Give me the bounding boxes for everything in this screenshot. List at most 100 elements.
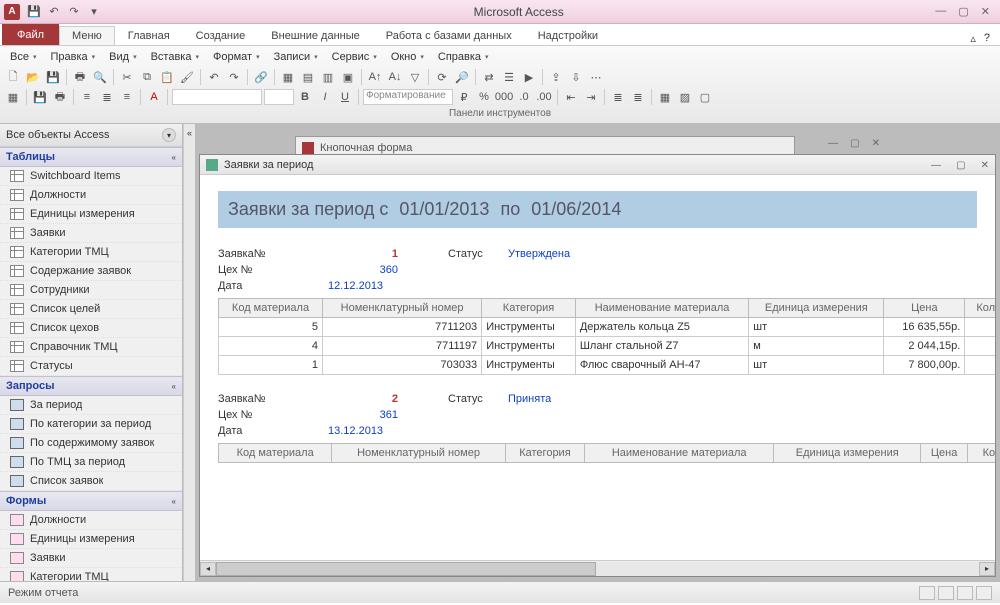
- menu-view[interactable]: Вид: [103, 50, 142, 64]
- nav-item[interactable]: Статусы: [0, 357, 182, 376]
- scroll-left-icon[interactable]: ◂: [200, 562, 216, 576]
- report-titlebar[interactable]: Заявки за период — ▢ ✕: [200, 155, 995, 175]
- nav-item[interactable]: За период: [0, 396, 182, 415]
- nav-group[interactable]: Формы«: [0, 491, 182, 511]
- formatting-field[interactable]: Форматирование: [363, 89, 453, 105]
- numbering-icon[interactable]: ≣: [629, 88, 647, 106]
- table-row[interactable]: 1703033ИнструментыФлюс сварочный АН-47шт…: [219, 356, 996, 375]
- nav-item[interactable]: Единицы измерения: [0, 530, 182, 549]
- tab-addons[interactable]: Надстройки: [525, 26, 611, 45]
- help-icon[interactable]: ?: [984, 32, 990, 45]
- nav-item[interactable]: По содержимому заявок: [0, 434, 182, 453]
- bullets-icon[interactable]: ≣: [609, 88, 627, 106]
- menu-window[interactable]: Окно: [385, 50, 430, 64]
- format-painter-icon[interactable]: 🖌: [178, 68, 196, 86]
- underline-icon[interactable]: U: [336, 88, 354, 106]
- undo-icon[interactable]: ↶: [205, 68, 223, 86]
- nav-item[interactable]: По ТМЦ за период: [0, 453, 182, 472]
- paste-icon[interactable]: 📋: [158, 68, 176, 86]
- menu-records[interactable]: Записи: [268, 50, 324, 64]
- tab-create[interactable]: Создание: [183, 26, 259, 45]
- nav-item[interactable]: Заявки: [0, 224, 182, 243]
- nav-item[interactable]: Заявки: [0, 549, 182, 568]
- scroll-thumb[interactable]: [216, 562, 596, 576]
- bg-close-icon[interactable]: ✕: [872, 138, 880, 149]
- minimize-button[interactable]: —: [935, 5, 946, 18]
- menu-edit[interactable]: Правка: [44, 50, 101, 64]
- properties-icon[interactable]: ☰: [500, 68, 518, 86]
- view-layout-icon[interactable]: [957, 586, 973, 600]
- nav-group[interactable]: Таблицы«: [0, 147, 182, 167]
- qat-more-icon[interactable]: ▾: [86, 4, 102, 20]
- export-icon[interactable]: ⇪: [547, 68, 565, 86]
- nav-item[interactable]: Сотрудники: [0, 281, 182, 300]
- bg-max-icon[interactable]: ▢: [850, 138, 859, 149]
- scroll-right-icon[interactable]: ▸: [979, 562, 995, 576]
- preview-icon[interactable]: 🔍: [91, 68, 109, 86]
- tab-db[interactable]: Работа с базами данных: [373, 26, 525, 45]
- tab-home[interactable]: Главная: [115, 26, 183, 45]
- save-icon[interactable]: 💾: [44, 68, 62, 86]
- percent-icon[interactable]: %: [475, 88, 493, 106]
- align-left-icon[interactable]: ≡: [78, 88, 96, 106]
- open-icon[interactable]: 📂: [24, 68, 42, 86]
- horizontal-scrollbar[interactable]: ◂ ▸: [200, 560, 995, 576]
- bold-icon[interactable]: B: [296, 88, 314, 106]
- nav-item[interactable]: Категории ТМЦ: [0, 568, 182, 581]
- menu-service[interactable]: Сервис: [326, 50, 383, 64]
- copy-icon[interactable]: ⧉: [138, 68, 156, 86]
- gridlines-icon[interactable]: ▦: [656, 88, 674, 106]
- currency-icon[interactable]: ₽: [455, 88, 473, 106]
- thousands-icon[interactable]: 000: [495, 88, 513, 106]
- font-size-field[interactable]: [264, 89, 294, 105]
- dec-inc-icon[interactable]: .0: [515, 88, 533, 106]
- view-report-icon[interactable]: [919, 586, 935, 600]
- align-right-icon[interactable]: ≡: [118, 88, 136, 106]
- nav-group[interactable]: Запросы«: [0, 376, 182, 396]
- view-print-icon[interactable]: [938, 586, 954, 600]
- report-max-icon[interactable]: ▢: [956, 160, 965, 171]
- sort-asc-icon[interactable]: A↑: [366, 68, 384, 86]
- table-row[interactable]: 47711197ИнструментыШланг стальной Z7м2 0…: [219, 337, 996, 356]
- nav-item[interactable]: Список целей: [0, 300, 182, 319]
- import-icon[interactable]: ⇩: [567, 68, 585, 86]
- sort-desc-icon[interactable]: A↓: [386, 68, 404, 86]
- nav-item[interactable]: Должности: [0, 186, 182, 205]
- refresh-icon[interactable]: ⟳: [433, 68, 451, 86]
- tab-external[interactable]: Внешние данные: [258, 26, 372, 45]
- table-row[interactable]: 57711203ИнструментыДержатель кольца Z5шт…: [219, 318, 996, 337]
- dec-dec-icon[interactable]: .00: [535, 88, 553, 106]
- redo-icon[interactable]: ↷: [225, 68, 243, 86]
- font-name-field[interactable]: [172, 89, 262, 105]
- menu-help[interactable]: Справка: [432, 50, 495, 64]
- nav-item[interactable]: Список заявок: [0, 472, 182, 491]
- table-icon[interactable]: ▦: [279, 68, 297, 86]
- nav-item[interactable]: Список цехов: [0, 319, 182, 338]
- nav-item[interactable]: Единицы измерения: [0, 205, 182, 224]
- relation-icon[interactable]: ⇄: [480, 68, 498, 86]
- close-button[interactable]: ✕: [981, 5, 990, 18]
- nav-header[interactable]: Все объекты Access ▾: [0, 124, 182, 147]
- italic-icon[interactable]: I: [316, 88, 334, 106]
- maximize-button[interactable]: ▢: [958, 5, 968, 18]
- view-design-icon[interactable]: [976, 586, 992, 600]
- redo-icon[interactable]: ↷: [66, 4, 82, 20]
- link-icon[interactable]: 🔗: [252, 68, 270, 86]
- find-icon[interactable]: 🔎: [453, 68, 471, 86]
- report-body[interactable]: Заявки за период с 01/01/2013 по 01/06/2…: [200, 175, 995, 576]
- nav-item[interactable]: Switchboard Items: [0, 167, 182, 186]
- nav-item[interactable]: По категории за период: [0, 415, 182, 434]
- indent-dec-icon[interactable]: ⇤: [562, 88, 580, 106]
- nav-item[interactable]: Содержание заявок: [0, 262, 182, 281]
- ribbon-minimize-icon[interactable]: ▵: [970, 32, 976, 45]
- scroll-track[interactable]: [216, 562, 979, 576]
- fill-icon[interactable]: ▨: [676, 88, 694, 106]
- filter-icon[interactable]: ▽: [406, 68, 424, 86]
- more1-icon[interactable]: ⋯: [587, 68, 605, 86]
- macro-icon[interactable]: ▶: [520, 68, 538, 86]
- bg-min-icon[interactable]: —: [828, 138, 838, 149]
- cut-icon[interactable]: ✂: [118, 68, 136, 86]
- query-icon[interactable]: ▣: [339, 68, 357, 86]
- chevron-down-icon[interactable]: ▾: [162, 128, 176, 142]
- report-min-icon[interactable]: —: [931, 160, 941, 171]
